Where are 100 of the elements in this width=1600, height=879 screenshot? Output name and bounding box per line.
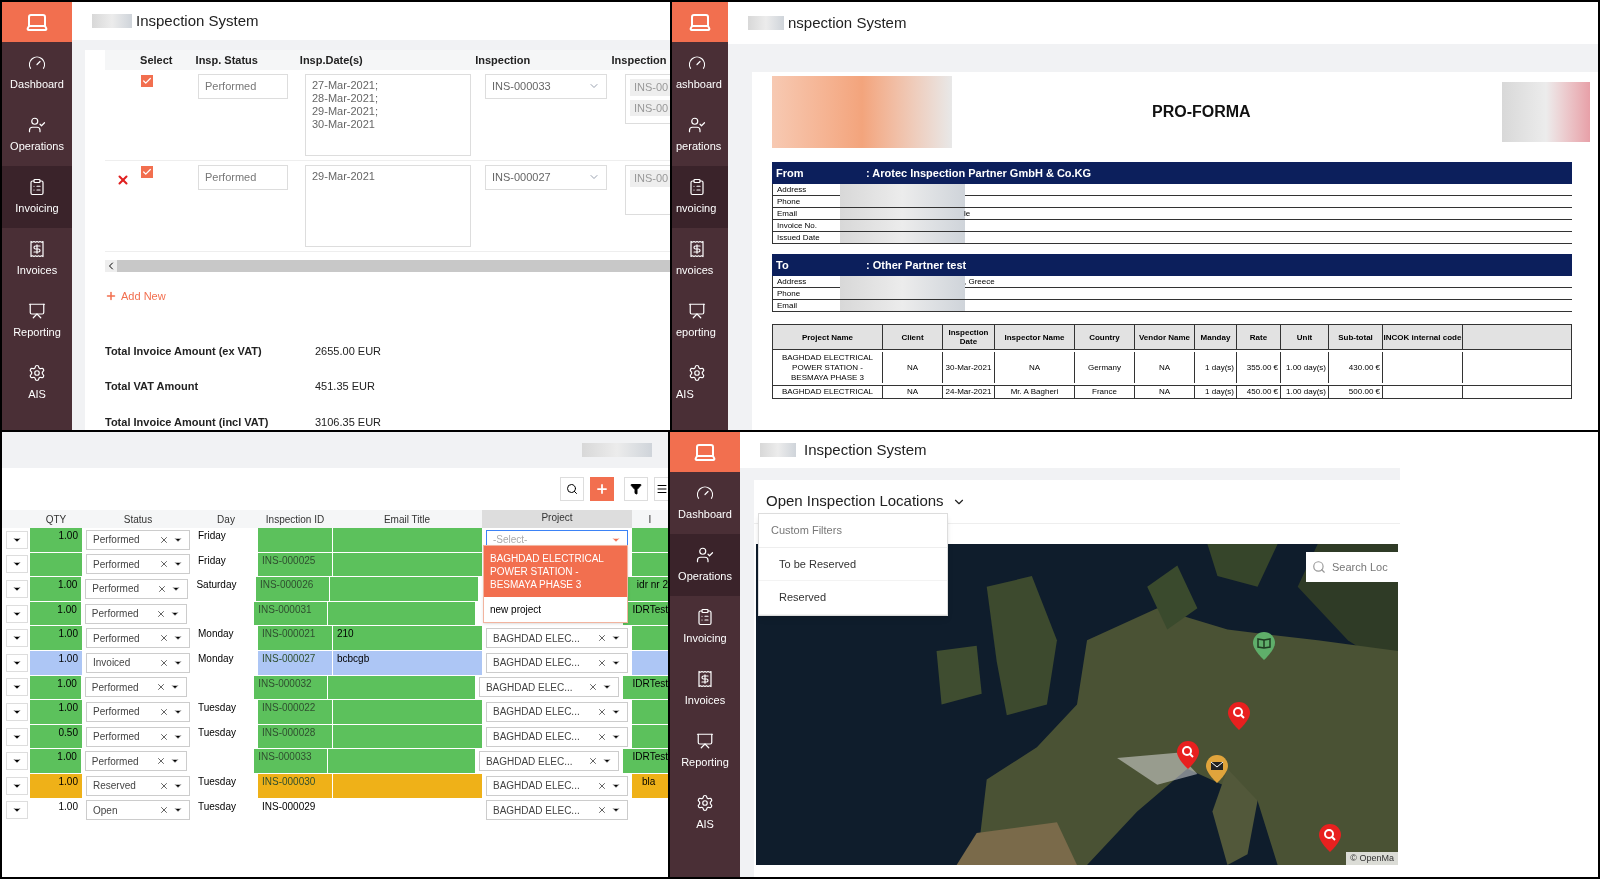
status-select[interactable]: Performed [86,529,190,550]
total-value: 3106.35 EUR [315,414,382,430]
clear-icon[interactable] [159,657,169,668]
clear-icon[interactable] [159,731,169,742]
checkbox[interactable] [141,166,153,178]
sidebar-item[interactable]: AIS [2,352,72,414]
sidebar-item[interactable]: Operations [2,104,72,166]
sidebar-item[interactable]: AIS [672,352,728,414]
checkbox[interactable] [141,75,153,87]
clear-icon[interactable] [159,706,169,717]
clear-icon[interactable] [159,633,169,644]
sidebar-item[interactable]: AIS [670,782,740,844]
project-select[interactable]: BAGHDAD ELEC... [478,677,619,698]
status-select[interactable]: Performed [84,751,188,772]
status-select[interactable]: Performed [86,701,190,722]
status-field[interactable]: Performed [198,165,288,190]
status-field[interactable]: Performed [198,74,288,99]
column-header: Status [122,512,154,527]
clear-icon[interactable] [597,706,607,717]
clear-icon[interactable] [597,633,607,644]
status-select[interactable]: Performed [84,603,188,624]
clear-icon[interactable] [156,756,167,767]
sidebar-item[interactable]: Invoicing [670,596,740,658]
project-select[interactable]: BAGHDAD ELEC... [486,800,628,821]
add-button[interactable] [590,477,614,501]
filter-menu-item[interactable]: Reserved [759,581,947,615]
clear-icon[interactable] [597,731,607,742]
status-select[interactable]: Open [86,800,190,821]
sidebar-item[interactable]: eporting [672,290,728,352]
day-cell: Monday [198,628,234,640]
sidebar-item[interactable]: perations [672,104,728,166]
sidebar-item[interactable]: Reporting [2,290,72,352]
project-select[interactable]: BAGHDAD ELEC... [478,751,619,772]
status-select[interactable]: Reserved [86,775,190,796]
field-value: , Greece [964,275,995,288]
column-header: Email Title [382,512,432,527]
status-select[interactable]: Invoiced [86,652,190,673]
project-select[interactable]: BAGHDAD ELEC... [486,628,628,649]
table-cell: NA [906,387,919,397]
clear-icon[interactable] [159,780,169,791]
dates-field[interactable]: 29-Mar-2021 [305,165,471,247]
map-pin-search-icon[interactable] [1177,741,1199,769]
project-select[interactable]: BAGHDAD ELEC... [486,652,628,673]
clear-icon[interactable] [157,584,168,594]
clear-icon[interactable] [597,780,607,791]
sidebar-item[interactable]: Operations [670,534,740,596]
receipt-icon [688,239,706,258]
menu-button[interactable] [654,477,668,501]
party-label: From [776,165,805,181]
filter-button[interactable] [624,477,648,501]
settings-icon [688,363,706,382]
sidebar-item[interactable]: nvoices [672,228,728,290]
clear-icon[interactable] [587,682,598,693]
inspection-select[interactable]: INS-000027 [485,165,607,190]
remove-icon[interactable] [116,173,130,187]
qty-cell: 1.00 [29,577,82,601]
party-label: To [776,257,790,273]
locations-title-dropdown[interactable]: Open Inspection Locations [766,490,966,513]
sidebar-item[interactable]: Dashboard [2,42,72,104]
dates-field[interactable]: 27-Mar-2021; 28-Mar-2021; 29-Mar-2021; 30-Mar-2021 [305,74,471,156]
project-select[interactable]: BAGHDAD ELEC... [486,775,628,796]
user-check-icon [688,115,706,134]
scroll-left-icon[interactable] [105,260,117,272]
map-pin-search-icon[interactable] [1228,702,1250,730]
qty-cell: 1.00 [30,700,82,724]
sidebar-item[interactable]: Invoices [2,228,72,290]
clear-icon[interactable] [159,534,169,545]
status-select[interactable]: Performed [86,554,190,575]
project-select[interactable]: BAGHDAD ELEC... [486,726,628,747]
clear-icon[interactable] [156,608,167,619]
clipboard-list-icon [688,177,706,196]
clear-icon[interactable] [597,657,607,668]
filter-menu-heading: Custom Filters [759,514,947,548]
status-select[interactable]: Performed [86,726,190,747]
clear-icon[interactable] [587,756,598,767]
inspection-id-cell: INS-000033 [254,749,328,773]
sidebar-item[interactable]: Invoices [670,658,740,720]
filter-menu-item[interactable]: To be Reserved [759,547,947,581]
status-select[interactable]: Performed [86,628,190,649]
sidebar-item[interactable]: ashboard [672,42,728,104]
sidebar-item[interactable]: Invoicing [2,166,72,228]
sidebar-item[interactable]: nvoicing [672,166,728,228]
map-pin-mail-icon[interactable] [1206,755,1228,783]
search-button[interactable] [560,477,584,501]
inspection-select[interactable]: INS-000033 [485,74,607,99]
status-select[interactable]: Performed [85,579,189,599]
horizontal-scrollbar[interactable] [105,260,670,272]
map-search-field[interactable]: Search Loc [1306,552,1398,582]
project-select[interactable]: BAGHDAD ELEC... [486,701,628,722]
clear-icon[interactable] [597,805,607,816]
extra-cell: IDRTest [622,675,668,700]
map-pin-search-icon[interactable] [1319,824,1341,852]
status-select[interactable]: Performed [84,677,188,698]
clear-icon[interactable] [156,682,167,693]
sidebar-item[interactable]: Dashboard [670,472,740,534]
clear-icon[interactable] [159,805,169,816]
total-label: Total Invoice Amount (incl VAT) [105,414,270,430]
sidebar-item[interactable]: Reporting [670,720,740,782]
clear-icon[interactable] [159,559,169,570]
map-pin-book-icon[interactable] [1253,632,1275,660]
